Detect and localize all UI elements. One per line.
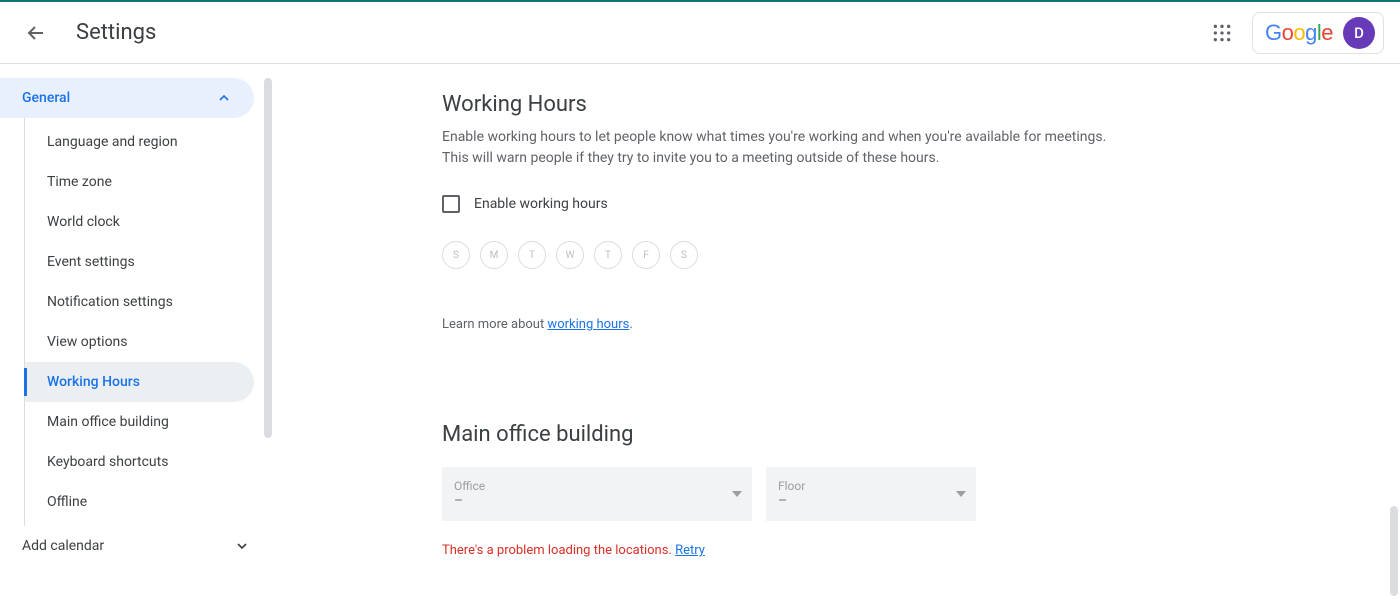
sidebar-item-keyboard-shortcuts[interactable]: Keyboard shortcuts [25,442,254,482]
apps-grid-icon [1212,23,1232,43]
add-calendar-label: Add calendar [22,538,104,554]
day-chip-sun[interactable]: S [442,241,470,269]
day-chip-wed[interactable]: W [556,241,584,269]
google-apps-button[interactable] [1202,13,1242,53]
page-title: Settings [76,20,156,45]
enable-working-hours-row: Enable working hours [442,195,1122,213]
sidebar-item-notification-settings[interactable]: Notification settings [25,282,254,322]
google-logo: Google [1265,20,1333,46]
working-hours-link[interactable]: working hours [547,317,629,332]
day-chips: S M T W T F S [442,241,1122,269]
retry-link[interactable]: Retry [675,543,705,558]
chevron-down-icon [234,538,250,554]
arrow-back-icon [24,21,48,45]
main-office-heading: Main office building [442,422,1122,447]
sidebar-add-calendar[interactable]: Add calendar [0,526,272,566]
sidebar-item-view-options[interactable]: View options [25,322,254,362]
day-chip-sat[interactable]: S [670,241,698,269]
learn-more-suffix: . [629,317,632,332]
sidebar-item-time-zone[interactable]: Time zone [25,162,254,202]
sidebar-item-working-hours[interactable]: Working Hours [25,362,254,402]
sidebar-section-general[interactable]: General [0,78,254,118]
sidebar-scrollbar[interactable] [264,78,272,438]
office-select-value: – [454,493,740,509]
main-content: Working Hours Enable working hours to le… [272,64,1400,616]
sidebar-item-language-region[interactable]: Language and region [25,122,254,162]
working-hours-heading: Working Hours [442,92,1122,117]
back-button[interactable] [16,13,56,53]
main-scrollbar[interactable] [1390,506,1398,596]
floor-select-value: – [778,493,964,509]
dropdown-caret-icon [732,491,742,497]
enable-working-hours-label: Enable working hours [474,196,608,212]
day-chip-tue[interactable]: T [518,241,546,269]
sidebar-item-offline[interactable]: Offline [25,482,254,522]
working-hours-description: Enable working hours to let people know … [442,127,1122,169]
sidebar-item-event-settings[interactable]: Event settings [25,242,254,282]
day-chip-fri[interactable]: F [632,241,660,269]
location-error: There's a problem loading the locations.… [442,543,1122,558]
floor-select[interactable]: Floor – [766,467,976,521]
learn-more-prefix: Learn more about [442,317,547,332]
account-box[interactable]: Google D [1252,12,1384,54]
office-select[interactable]: Office – [442,467,752,521]
dropdown-caret-icon [956,491,966,497]
sidebar: General Language and region Time zone Wo… [0,64,272,616]
sidebar-sublist: Language and region Time zone World cloc… [24,118,272,526]
floor-select-label: Floor [778,479,964,493]
day-chip-thu[interactable]: T [594,241,622,269]
sidebar-item-main-office-building[interactable]: Main office building [25,402,254,442]
location-error-text: There's a problem loading the locations. [442,543,675,558]
day-chip-mon[interactable]: M [480,241,508,269]
chevron-up-icon [216,90,232,106]
avatar[interactable]: D [1343,17,1375,49]
sidebar-section-label: General [22,90,70,106]
enable-working-hours-checkbox[interactable] [442,195,460,213]
learn-more-text: Learn more about working hours. [442,317,1122,332]
sidebar-item-world-clock[interactable]: World clock [25,202,254,242]
office-select-label: Office [454,479,740,493]
top-bar: Settings Google D [0,0,1400,64]
